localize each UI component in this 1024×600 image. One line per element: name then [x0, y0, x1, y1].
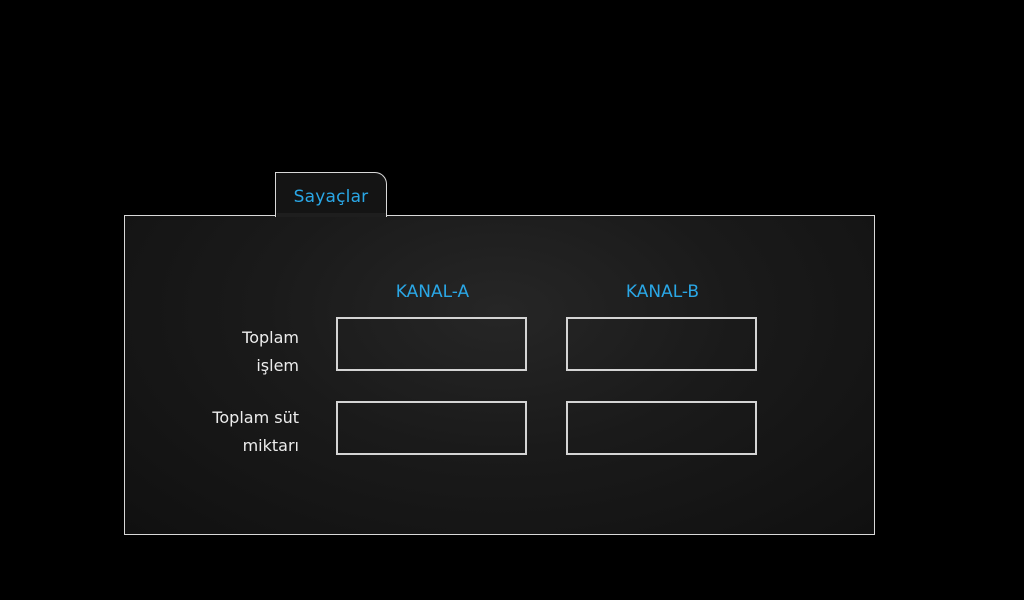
field-total-operations-kanal-a[interactable]	[336, 317, 527, 371]
tab-counters[interactable]: Sayaçlar	[275, 172, 387, 217]
column-header-kanal-b: KANAL-B	[625, 282, 700, 302]
row-label-total-operations-line1: Toplam	[242, 328, 299, 347]
field-total-milk-kanal-a[interactable]	[336, 401, 527, 455]
row-label-total-operations-line2: işlem	[256, 356, 299, 375]
row-label-total-milk: Toplam süt miktarı	[129, 404, 299, 460]
counters-screen: Sayaçlar KANAL-A KANAL-B Toplam işlem To…	[0, 0, 1024, 600]
row-label-total-milk-line1: Toplam süt	[212, 408, 299, 427]
column-header-kanal-a: KANAL-A	[395, 282, 470, 302]
field-total-milk-kanal-b[interactable]	[566, 401, 757, 455]
tab-panel-join	[276, 213, 386, 217]
tab-counters-label: Sayaçlar	[293, 187, 369, 207]
field-total-operations-kanal-b[interactable]	[566, 317, 757, 371]
row-label-total-operations: Toplam işlem	[129, 324, 299, 380]
row-label-total-milk-line2: miktarı	[242, 436, 299, 455]
